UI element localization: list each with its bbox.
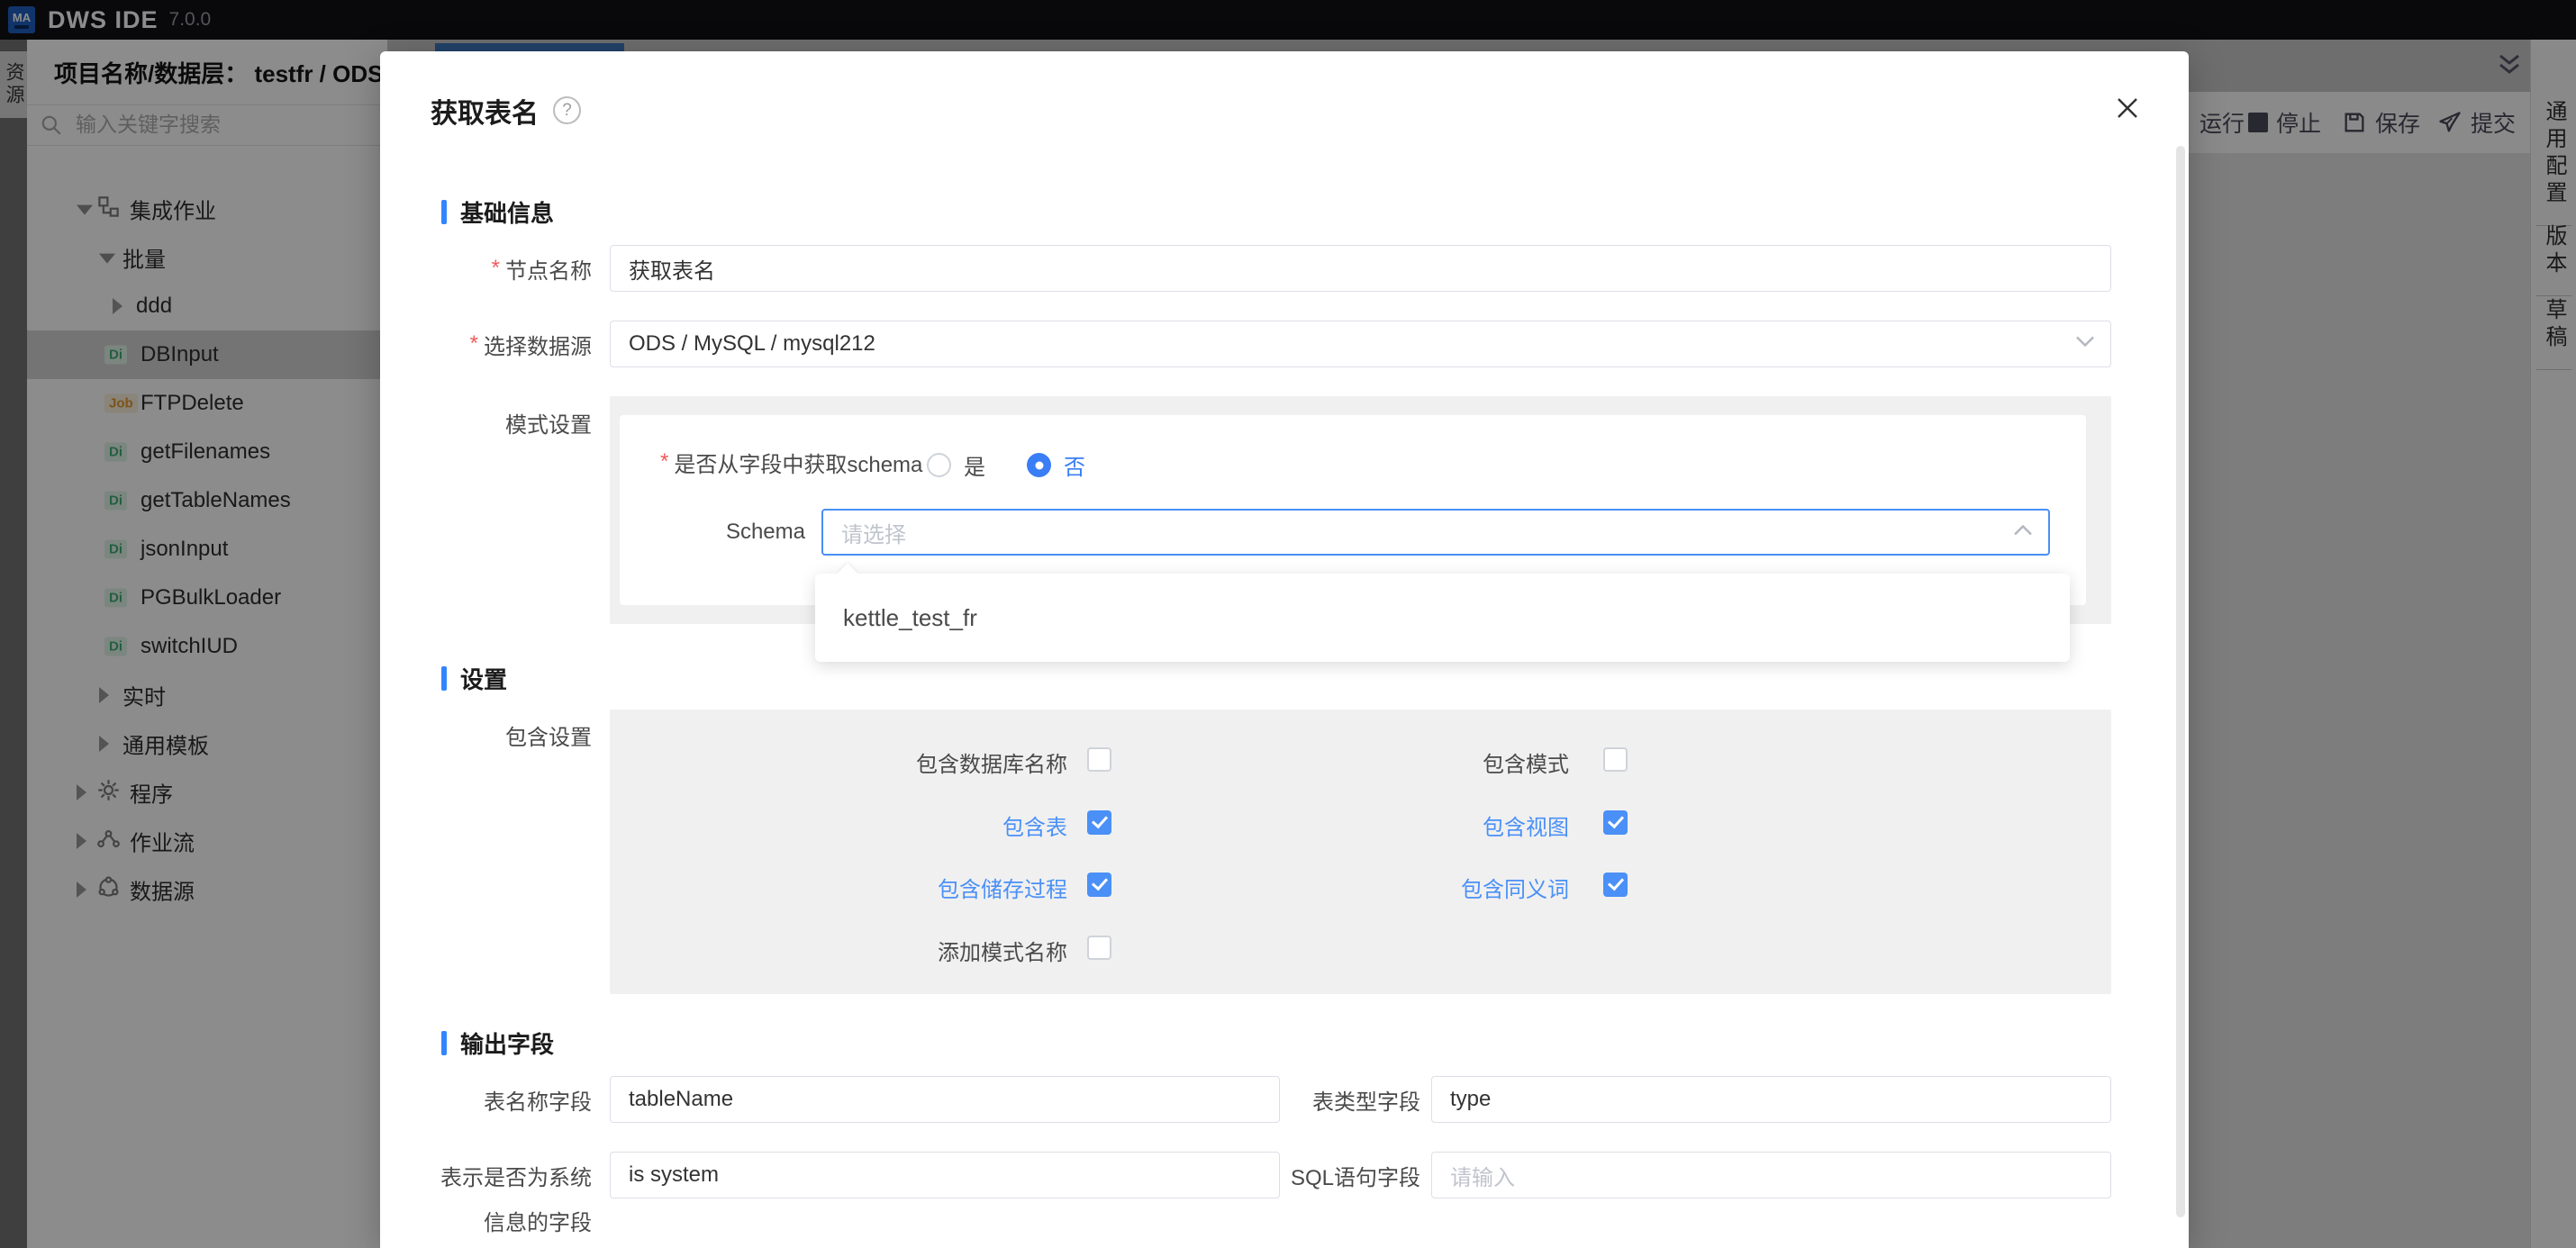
datasource-value: ODS / MySQL / mysql212 — [629, 331, 875, 357]
schema-label: Schema — [620, 509, 805, 556]
is-system-field-label-line1: 表示是否为系统 — [380, 1152, 592, 1198]
checkbox-label-包含视图: 包含视图 — [1281, 809, 1569, 841]
checkbox-label-添加模式名称: 添加模式名称 — [740, 935, 1067, 966]
checkbox-label-包含储存过程: 包含储存过程 — [740, 872, 1067, 903]
dialog-title: 获取表名 — [431, 91, 539, 131]
section-settings: 设置 — [441, 662, 507, 695]
checkbox-label-包含模式: 包含模式 — [1281, 746, 1569, 778]
radio-no-label: 否 — [1064, 449, 1085, 481]
checkbox-label-包含数据库名称: 包含数据库名称 — [740, 746, 1067, 778]
schema-select[interactable]: 请选择 — [821, 509, 2050, 556]
section-title: 基础信息 — [460, 195, 554, 229]
datasource-label: *选择数据源 — [380, 321, 592, 367]
checkbox-label-包含表: 包含表 — [740, 809, 1067, 841]
checkbox-包含视图[interactable] — [1603, 810, 1628, 835]
checkbox-包含数据库名称[interactable] — [1087, 747, 1111, 772]
section-bar — [441, 200, 447, 224]
checkbox-label-包含同义词: 包含同义词 — [1281, 872, 1569, 903]
node-name-input[interactable]: 获取表名 — [610, 245, 2111, 292]
mode-settings-label: 模式设置 — [380, 409, 592, 436]
radio-yes-option[interactable]: 是 — [927, 449, 985, 481]
radio-no-option[interactable]: 否 — [1027, 449, 1085, 481]
checkbox-包含储存过程[interactable] — [1087, 873, 1111, 897]
node-name-label: *节点名称 — [380, 245, 592, 292]
dropdown-option-label: kettle_test_fr — [843, 604, 977, 632]
schema-placeholder: 请选择 — [841, 517, 906, 548]
radio-yes[interactable] — [927, 453, 951, 477]
sql-field-input[interactable]: 请输入 — [1431, 1152, 2111, 1198]
table-type-field-input[interactable]: type — [1431, 1076, 2111, 1123]
checkbox-包含表[interactable] — [1087, 810, 1111, 835]
chevron-up-icon — [2012, 523, 2034, 542]
close-icon[interactable] — [2114, 95, 2141, 122]
node-name-value: 获取表名 — [629, 253, 715, 285]
table-name-field-input[interactable]: tableName — [610, 1076, 1280, 1123]
checkbox-包含模式[interactable] — [1603, 747, 1628, 772]
table-type-field-label: 表类型字段 — [1209, 1076, 1420, 1123]
dropdown-option-kettle_test_fr[interactable]: kettle_test_fr — [815, 591, 2070, 645]
radio-yes-label: 是 — [964, 449, 985, 481]
sql-field-placeholder: 请输入 — [1450, 1160, 1515, 1191]
section-output-fields: 输出字段 — [441, 1026, 554, 1060]
is-system-field-label-line2: 信息的字段 — [380, 1207, 592, 1234]
help-icon[interactable]: ? — [553, 96, 581, 124]
checkbox-添加模式名称[interactable] — [1087, 936, 1111, 960]
modal-scrollbar[interactable] — [2176, 146, 2185, 1217]
radio-no[interactable] — [1027, 453, 1051, 477]
datasource-select[interactable]: ODS / MySQL / mysql212 — [610, 321, 2111, 367]
schema-dropdown: kettle_test_fr — [815, 574, 2070, 662]
table-name-field-label: 表名称字段 — [380, 1076, 592, 1123]
include-settings-label: 包含设置 — [380, 721, 592, 748]
is-system-field-input[interactable]: is system — [610, 1152, 1280, 1198]
checkbox-包含同义词[interactable] — [1603, 873, 1628, 897]
chevron-down-icon — [2074, 335, 2096, 354]
sql-field-label: SQL语句字段 — [1209, 1152, 1420, 1198]
section-basic-info: 基础信息 — [441, 195, 554, 229]
